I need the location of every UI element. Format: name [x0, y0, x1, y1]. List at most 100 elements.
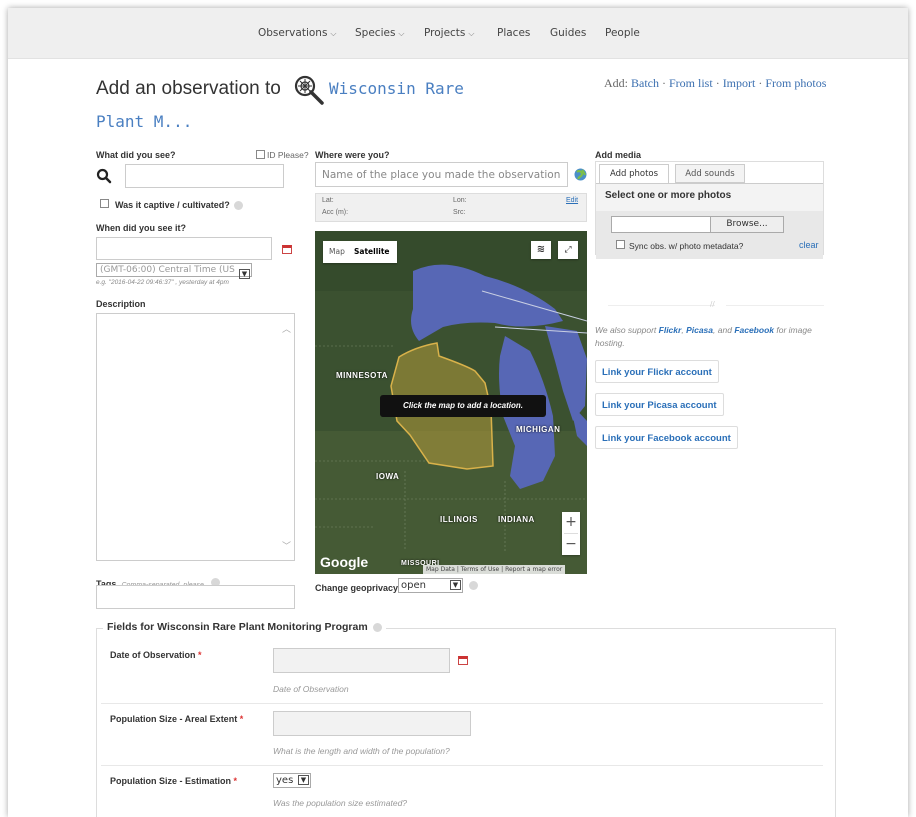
map[interactable]: Map Satellite ≋ ⤢ MINNESOTA MICHIGAN IOW…	[315, 231, 587, 574]
tab-add-sounds[interactable]: Add sounds	[675, 164, 745, 183]
support-picasa-link[interactable]: Picasa	[686, 325, 713, 335]
zoom-control: + −	[562, 512, 580, 555]
support-flickr-link[interactable]: Flickr	[659, 325, 682, 335]
add-from-list-link[interactable]: From list	[669, 76, 713, 90]
nav-places[interactable]: Places	[497, 27, 530, 39]
scroll-down-icon[interactable]: ﹀	[282, 539, 291, 552]
project-name-link-cont[interactable]: Plant M...	[96, 112, 192, 131]
timezone-select[interactable]: (GMT-06:00) Central Time (US	[96, 263, 252, 277]
fullscreen-icon[interactable]: ⤢	[558, 241, 578, 259]
calendar-icon[interactable]	[458, 656, 468, 665]
separator: ·	[662, 76, 666, 90]
support-and: and	[717, 325, 732, 335]
nav-label: Places	[497, 27, 531, 39]
scroll-up-icon[interactable]: ︿	[282, 322, 291, 335]
map-label-illinois: ILLINOIS	[440, 515, 478, 524]
zoom-in-button[interactable]: +	[562, 512, 580, 533]
field-label-text: Date of Observation	[110, 650, 196, 660]
field-label-date: Date of Observation *	[110, 650, 202, 660]
clear-link[interactable]: clear	[799, 240, 819, 250]
support-text: We also support Flickr, Picasa, and Face…	[595, 325, 812, 348]
help-icon[interactable]	[469, 581, 478, 590]
map-data-link[interactable]: Map Data	[426, 566, 455, 573]
captive-checkbox[interactable]	[100, 199, 109, 208]
estimation-select[interactable]: yes ▼	[273, 773, 311, 788]
add-import-link[interactable]: Import	[723, 76, 756, 90]
terms-link[interactable]: Terms of Use	[461, 566, 499, 573]
nav-projects[interactable]: Projects ⌵	[424, 27, 474, 39]
chevron-down-icon: ⌵	[330, 29, 337, 38]
browse-button[interactable]: Browse...	[710, 217, 783, 232]
map-type-control: Map Satellite	[323, 241, 397, 263]
legend-text: Fields for Wisconsin Rare Plant Monitori…	[107, 621, 368, 633]
required-marker: *	[198, 650, 202, 660]
date-input[interactable]	[96, 237, 272, 260]
nav-observations[interactable]: Observations ⌵	[258, 27, 337, 39]
nav-guides[interactable]: Guides	[550, 27, 586, 39]
areal-extent-input[interactable]	[273, 711, 471, 736]
search-icon	[96, 168, 112, 184]
timezone-dropdown[interactable]: ▼	[239, 263, 250, 282]
nav-label: Guides	[550, 27, 587, 39]
nav-label: People	[605, 27, 640, 39]
src-label: Src:	[453, 209, 466, 216]
link-flickr-button[interactable]: Link your Flickr account	[595, 360, 719, 383]
field-label-text: Population Size - Areal Extent	[110, 714, 238, 724]
report-error-link[interactable]: Report a map error	[505, 566, 562, 573]
media-panel: Add photos Add sounds Select one or more…	[595, 161, 824, 259]
required-marker: *	[233, 776, 238, 786]
field-hint-areal-extent: What is the length and width of the popu…	[273, 746, 450, 756]
globe-icon[interactable]	[574, 168, 587, 181]
map-label-minnesota: MINNESOTA	[336, 371, 388, 380]
layers-icon[interactable]: ≋	[531, 241, 551, 259]
what-label: What did you see?	[96, 150, 176, 160]
tab-add-photos[interactable]: Add photos	[599, 164, 669, 183]
captive-label: Was it captive / cultivated?	[115, 200, 244, 211]
field-hint-estimation: Was the population size estimated?	[273, 798, 408, 808]
file-input[interactable]: Browse...	[611, 216, 784, 233]
map-label-indiana: INDIANA	[498, 515, 535, 524]
edit-coords-link[interactable]: Edit	[566, 197, 578, 204]
id-please-checkbox[interactable]	[256, 150, 265, 159]
id-please-label: ID Please?	[267, 150, 309, 160]
description-textarea[interactable]: ︿ ﹀	[96, 313, 295, 561]
place-input[interactable]: Name of the place you made the observati…	[315, 162, 568, 187]
separator: ·	[715, 76, 720, 90]
add-from-photos-link[interactable]: From photos	[765, 76, 826, 90]
map-label-iowa: IOWA	[376, 472, 400, 481]
link-facebook-button[interactable]: Link your Facebook account	[595, 426, 738, 449]
map-type-map-button[interactable]: Map	[329, 241, 345, 263]
field-hint-date: Date of Observation	[273, 684, 349, 694]
separator: ·	[758, 76, 763, 90]
google-logo[interactable]: Google	[320, 554, 368, 570]
zoom-out-button[interactable]: −	[562, 534, 580, 555]
divider-right	[726, 305, 824, 306]
project-name-link[interactable]: Wisconsin Rare	[329, 79, 464, 98]
required-marker: *	[239, 714, 244, 724]
help-icon[interactable]	[372, 622, 382, 632]
page-title: Add an observation to	[96, 78, 281, 100]
map-footer: Map Data | Terms of Use | Report a map e…	[423, 565, 566, 574]
date-of-observation-input[interactable]	[273, 648, 450, 673]
help-icon[interactable]	[234, 201, 244, 211]
project-fields-legend: Fields for Wisconsin Rare Plant Monitori…	[103, 621, 386, 633]
add-batch-link[interactable]: Batch	[631, 76, 659, 90]
project-logo-icon	[294, 75, 324, 105]
nav-species[interactable]: Species ⌵	[355, 27, 405, 39]
link-picasa-button[interactable]: Link your Picasa account	[595, 393, 724, 416]
nav-label: Projects	[424, 27, 466, 39]
acc-label: Acc (m):	[322, 209, 349, 216]
support-facebook-link[interactable]: Facebook	[734, 325, 774, 335]
tags-input[interactable]	[96, 585, 295, 609]
map-type-satellite-button[interactable]: Satellite	[354, 241, 390, 263]
chevron-down-icon: ⌵	[398, 29, 405, 38]
sync-metadata-checkbox[interactable]	[616, 240, 625, 249]
when-label: When did you see it?	[96, 223, 187, 233]
calendar-icon[interactable]	[282, 245, 292, 254]
top-nav: Observations ⌵ Species ⌵ Projects ⌵ Places …	[8, 8, 908, 59]
nav-people[interactable]: People	[605, 27, 640, 39]
divider-ornament: //	[710, 300, 715, 308]
species-input[interactable]	[125, 164, 284, 188]
geoprivacy-select[interactable]: open ▼	[398, 578, 463, 593]
where-label: Where were you?	[315, 150, 390, 160]
